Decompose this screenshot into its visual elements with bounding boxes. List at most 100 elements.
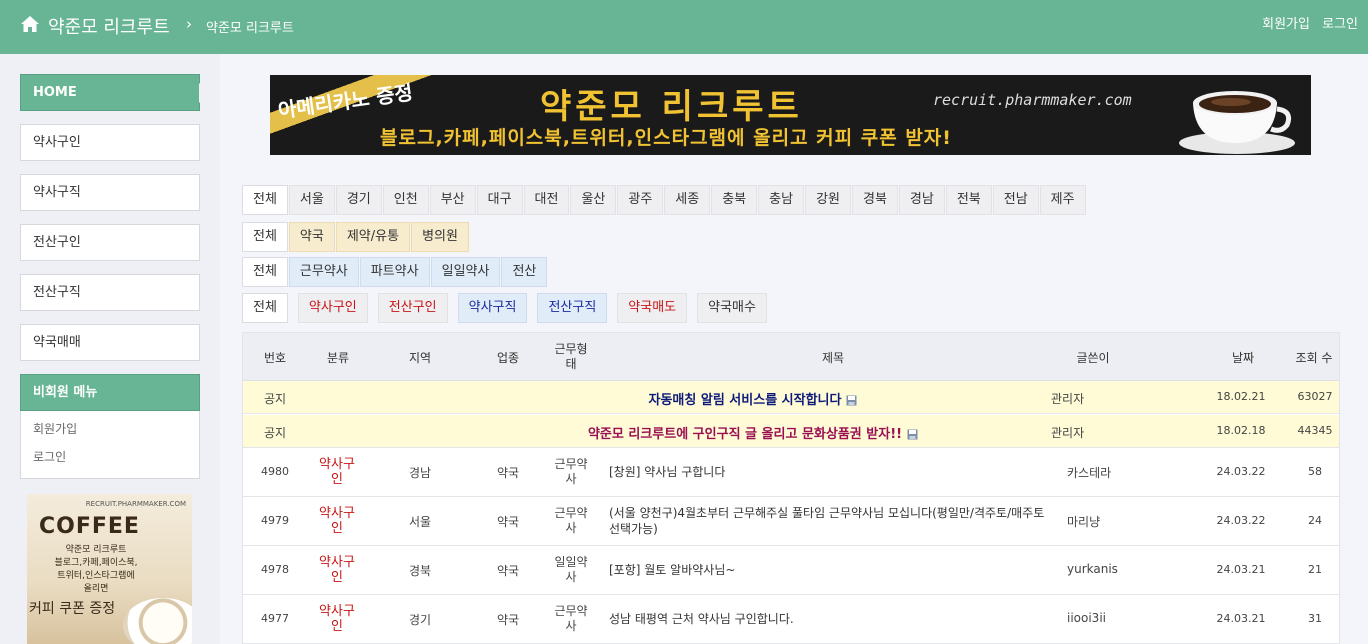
header-num: 번호 [263, 351, 287, 365]
region-chip[interactable]: 전남 [992, 185, 1039, 215]
region-chip[interactable]: 대구 [476, 185, 523, 215]
guest-menu: 회원가입 로그인 [20, 411, 200, 479]
row-category[interactable]: 약사구인 [315, 506, 359, 536]
row-views: 44345 [1297, 424, 1333, 437]
row-work-type: 일일약사 [554, 555, 588, 584]
row-title[interactable]: 성남 태평역 근처 약사님 구인합니다. [609, 611, 1055, 627]
header-business: 업종 [496, 351, 520, 365]
category-chip[interactable]: 전산구직 [537, 293, 608, 323]
notice-title-text[interactable]: 약준모 리크루트에 구인구직 글 올리고 문화상품권 받자!! [588, 427, 902, 442]
site-brand-link[interactable]: 약준모 리크루트 [48, 13, 170, 39]
table-row[interactable]: 4980 약사구인 경남 약국 근무약사 [창원] 약사님 구합니다 카스테라 … [243, 448, 1339, 497]
work-type-chip[interactable]: 파트약사 [359, 257, 430, 287]
sidebar-item-home[interactable]: HOME [20, 74, 211, 111]
category-chip[interactable]: 약국매수 [697, 293, 767, 323]
work-type-chip[interactable]: 전산 [501, 257, 548, 287]
ad-site-url: RECRUIT.PHARMMAKER.COM [85, 500, 186, 508]
sidebar-item-clerk-seeking[interactable]: 전산구직 [20, 274, 200, 311]
region-chip[interactable]: 울산 [570, 185, 617, 215]
row-title[interactable]: [창원] 약사님 구합니다 [609, 464, 1055, 480]
region-chip[interactable]: 부산 [429, 185, 476, 215]
notice-row[interactable]: 공지 약준모 리크루트에 구인구직 글 올리고 문화상품권 받자!! 관리자 1… [243, 415, 1339, 448]
signup-link[interactable]: 회원가입 [1262, 17, 1310, 32]
row-business: 약국 [496, 564, 520, 578]
row-views: 24 [1308, 514, 1322, 527]
row-author[interactable]: 카스테라 [1067, 464, 1147, 481]
disk-icon [846, 395, 857, 406]
table-row[interactable]: 4977 약사구인 경기 약국 근무약사 성남 태평역 근처 약사님 구인합니다… [243, 595, 1339, 644]
category-chip[interactable]: 전체 [242, 293, 288, 323]
region-chip[interactable]: 광주 [617, 185, 664, 215]
coffee-coupon-ad[interactable]: RECRUIT.PHARMMAKER.COM COFFEE 약준모 리크루트 블… [27, 494, 192, 644]
region-chip[interactable]: 인천 [382, 185, 429, 215]
row-views: 63027 [1297, 390, 1333, 403]
login-link[interactable]: 로그인 [1322, 17, 1358, 32]
business-chip[interactable]: 약국 [288, 222, 335, 252]
region-chip[interactable]: 서울 [288, 185, 335, 215]
work-type-chip[interactable]: 근무약사 [288, 257, 359, 287]
guest-signup-link[interactable]: 회원가입 [33, 415, 187, 443]
banner-main-title: 약준모 리크루트 [540, 87, 803, 127]
promo-banner[interactable]: 아메리카노 증정 약준모 리크루트 recruit.pharmmaker.com… [270, 75, 1311, 155]
row-num: 공지 [263, 426, 287, 440]
table-row[interactable]: 4979 약사구인 서울 약국 근무약사 (서울 양천구)4월초부터 근무해주실… [243, 497, 1339, 546]
region-chip[interactable]: 충남 [758, 185, 805, 215]
notice-title[interactable]: 자동매칭 알림 서비스를 시작합니다 [503, 389, 1003, 408]
notice-title-text[interactable]: 자동매칭 알림 서비스를 시작합니다 [649, 393, 842, 408]
row-region: 경기 [408, 613, 432, 627]
breadcrumb-separator: › [186, 15, 192, 33]
ad-line: 올리면 [83, 584, 109, 594]
work-type-chip[interactable]: 전체 [242, 257, 288, 287]
business-chip[interactable]: 병의원 [411, 222, 469, 252]
sidebar-item-pharmacy-trade[interactable]: 약국매매 [20, 324, 200, 361]
region-chip[interactable]: 대전 [523, 185, 570, 215]
notice-title[interactable]: 약준모 리크루트에 구인구직 글 올리고 문화상품권 받자!! [473, 423, 1033, 442]
business-chip[interactable]: 제약/유통 [335, 222, 411, 252]
row-num: 4977 [261, 612, 289, 625]
region-chip[interactable]: 충북 [711, 185, 758, 215]
row-date: 24.03.22 [1216, 514, 1266, 527]
row-category[interactable]: 약사구인 [315, 604, 359, 634]
region-chip[interactable]: 경북 [851, 185, 898, 215]
sidebar-item-pharmacist-hiring[interactable]: 약사구인 [20, 124, 200, 161]
row-author[interactable]: 관리자 [1051, 424, 1111, 441]
guest-login-link[interactable]: 로그인 [33, 443, 187, 471]
row-title[interactable]: (서울 양천구)4월초부터 근무해주실 풀타임 근무약사님 모십니다(평일만/격… [609, 505, 1055, 537]
ad-coupon-text: 커피 쿠폰 증정 [29, 601, 116, 617]
ad-line: 약준모 리크루트 [65, 545, 127, 555]
category-chip[interactable]: 약국매도 [617, 293, 688, 323]
row-author[interactable]: 관리자 [1051, 390, 1111, 407]
top-navbar: 약준모 리크루트 › 약준모 리크루트 회원가입 로그인 [0, 0, 1368, 54]
business-chip[interactable]: 전체 [242, 222, 288, 252]
work-type-chip[interactable]: 일일약사 [430, 257, 501, 287]
region-chip[interactable]: 전북 [945, 185, 992, 215]
row-author[interactable]: iiooi3ii [1067, 611, 1147, 625]
row-category[interactable]: 약사구인 [315, 555, 359, 585]
row-date: 24.03.22 [1216, 465, 1266, 478]
ad-lines: 약준모 리크루트 블로그,카페,페이스북, 트위터,인스타그램에 올리면 [31, 544, 161, 596]
table-row[interactable]: 4978 약사구인 경북 약국 일일약사 [포항] 월토 알바약사님~ yurk… [243, 546, 1339, 595]
region-chip[interactable]: 세종 [664, 185, 711, 215]
banner-url: recruit.pharmmaker.com [933, 91, 1132, 109]
region-chip[interactable]: 제주 [1039, 185, 1086, 215]
sidebar-item-pharmacist-seeking[interactable]: 약사구직 [20, 174, 200, 211]
region-chip[interactable]: 전체 [242, 185, 288, 215]
row-work-type: 근무약사 [554, 506, 588, 535]
row-author[interactable]: 마리냥 [1067, 513, 1147, 530]
row-category[interactable]: 약사구인 [315, 457, 359, 487]
breadcrumb-current[interactable]: 약준모 리크루트 [206, 17, 294, 36]
region-chip[interactable]: 경남 [898, 185, 945, 215]
category-chip[interactable]: 전산구인 [377, 293, 448, 323]
row-author[interactable]: yurkanis [1067, 562, 1147, 576]
region-chip[interactable]: 강원 [805, 185, 851, 215]
category-chip[interactable]: 약사구인 [297, 293, 368, 323]
region-chip[interactable]: 경기 [335, 185, 382, 215]
sidebar-item-clerk-hiring[interactable]: 전산구인 [20, 224, 200, 261]
ad-line: 트위터,인스타그램에 [57, 571, 135, 581]
row-date: 18.02.21 [1216, 390, 1266, 403]
row-date: 24.03.21 [1216, 612, 1266, 625]
category-chip[interactable]: 약사구직 [457, 293, 528, 323]
notice-row[interactable]: 공지 자동매칭 알림 서비스를 시작합니다 관리자 18.02.21 63027 [243, 381, 1339, 414]
row-title[interactable]: [포항] 월토 알바약사님~ [609, 562, 1055, 578]
home-icon[interactable] [20, 14, 40, 34]
